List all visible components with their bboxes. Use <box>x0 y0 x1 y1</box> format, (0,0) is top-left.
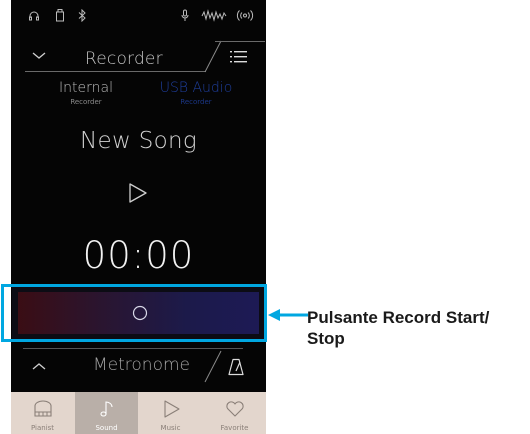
recorder-source-tabs: Internal Recorder USB Audio Recorder <box>11 80 266 114</box>
tab-label: USB Audio <box>159 80 233 96</box>
nav-item-favorite[interactable]: Favorite <box>203 392 266 434</box>
tab-usb-audio-recorder[interactable]: USB Audio Recorder <box>136 80 256 107</box>
recorder-header: Recorder <box>11 36 266 76</box>
bluetooth-icon <box>78 9 86 22</box>
piano-icon <box>34 400 52 417</box>
tab-sublabel: Recorder <box>70 98 102 106</box>
chevron-down-icon[interactable] <box>29 46 49 66</box>
chevron-up-icon[interactable] <box>29 356 49 376</box>
callout-label: Pulsante Record Start/ Stop <box>307 308 490 348</box>
nav-item-sound[interactable]: Sound <box>75 392 138 434</box>
play-outline-icon <box>164 400 180 418</box>
usb-memory-icon <box>56 9 64 22</box>
nav-item-pianist[interactable]: Pianist <box>11 392 74 434</box>
time-display: 00:00 <box>82 234 195 277</box>
metronome-divider <box>23 348 243 349</box>
tab-sublabel: Recorder <box>180 98 212 106</box>
audio-wave-icon <box>201 9 227 22</box>
metronome-bar[interactable]: Metronome <box>11 348 266 384</box>
callout-arrow-icon <box>268 309 308 321</box>
wireless-icon <box>236 10 254 21</box>
page-title: Recorder <box>85 49 163 69</box>
nav-label: Sound <box>95 424 118 432</box>
header-slash-divider <box>204 40 222 73</box>
manual-illustration: Recorder Internal Recorder USB Audio Rec… <box>0 0 530 434</box>
heart-icon <box>226 401 244 417</box>
nav-item-music[interactable]: Music <box>139 392 202 434</box>
header-top-line <box>215 41 265 42</box>
nav-label: Music <box>160 424 181 432</box>
tab-label: Internal <box>59 80 113 96</box>
headphones-icon <box>29 11 39 21</box>
metronome-slash-divider <box>204 350 222 383</box>
metronome-icon[interactable] <box>227 358 245 376</box>
bottom-navigation: Pianist Sound Music Favorite <box>11 392 266 434</box>
tab-internal-recorder[interactable]: Internal Recorder <box>26 80 146 107</box>
list-menu-icon[interactable] <box>229 48 249 66</box>
status-bar <box>11 0 266 30</box>
metronome-label: Metronome <box>93 355 191 375</box>
header-divider <box>25 71 206 72</box>
record-button-highlight <box>1 284 267 342</box>
song-title: New Song <box>80 128 197 154</box>
app-screen: Recorder Internal Recorder USB Audio Rec… <box>11 0 266 434</box>
nav-label: Pianist <box>30 424 55 432</box>
nav-label: Favorite <box>220 424 249 432</box>
play-icon[interactable] <box>126 181 150 205</box>
microphone-icon <box>181 9 189 21</box>
music-note-icon <box>100 401 113 417</box>
